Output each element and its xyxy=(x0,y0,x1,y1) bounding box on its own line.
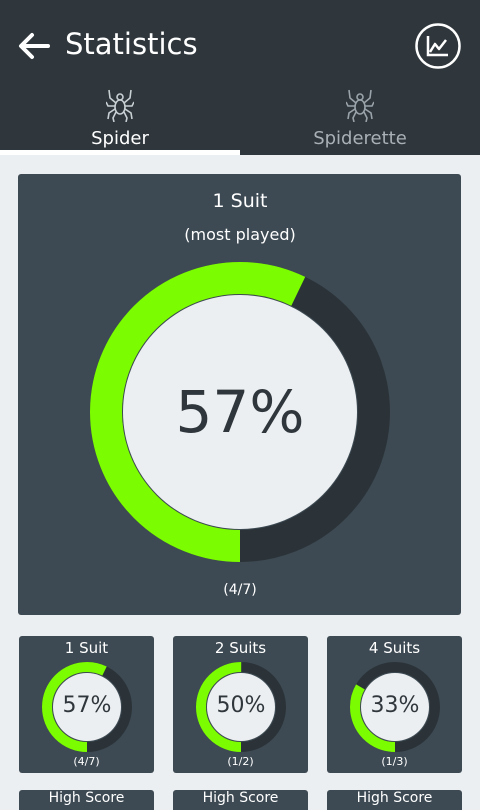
tab-indicator xyxy=(0,150,240,155)
suit-card-title: 4 Suits xyxy=(368,639,421,657)
suit-card-title: 1 Suit xyxy=(64,639,109,657)
main-win-rate-text: 57% xyxy=(175,378,305,446)
suit-card-4: 4 Suits 33% (1/3) xyxy=(327,636,462,773)
high-score-card: High Score xyxy=(173,790,308,810)
high-score-card: High Score xyxy=(19,790,154,810)
suit-card-title: 2 Suits xyxy=(214,639,267,657)
tab-spiderette[interactable]: Spiderette xyxy=(240,86,480,155)
high-score-card: High Score xyxy=(327,790,462,810)
suit-card-1: 1 Suit 57% (4/7) xyxy=(19,636,154,773)
main-stat-title: 1 Suit xyxy=(212,190,268,212)
suit-card-count: (1/2) xyxy=(227,755,254,768)
chart-icon[interactable] xyxy=(414,22,462,70)
tab-spiderette-label: Spiderette xyxy=(313,128,407,149)
high-score-label: High Score xyxy=(202,790,279,806)
tab-spider[interactable]: Spider xyxy=(0,86,240,155)
spider-icon xyxy=(346,89,374,122)
suit-card-percent: 57% xyxy=(62,693,112,718)
suit-card-count: (4/7) xyxy=(73,755,100,768)
main-stat-subtitle: (most played) xyxy=(184,225,296,244)
suit-card-2: 2 Suits 50% (1/2) xyxy=(173,636,308,773)
main-games-count: (4/7) xyxy=(223,582,257,598)
back-arrow-icon[interactable] xyxy=(14,26,54,66)
spider-icon xyxy=(106,89,134,122)
high-score-label: High Score xyxy=(356,790,433,806)
suit-card-percent: 50% xyxy=(216,693,266,718)
high-score-label: High Score xyxy=(48,790,125,806)
page-title: Statistics xyxy=(65,27,198,61)
tab-spider-label: Spider xyxy=(91,128,149,149)
suit-card-percent: 33% xyxy=(370,693,420,718)
suit-card-count: (1/3) xyxy=(381,755,408,768)
